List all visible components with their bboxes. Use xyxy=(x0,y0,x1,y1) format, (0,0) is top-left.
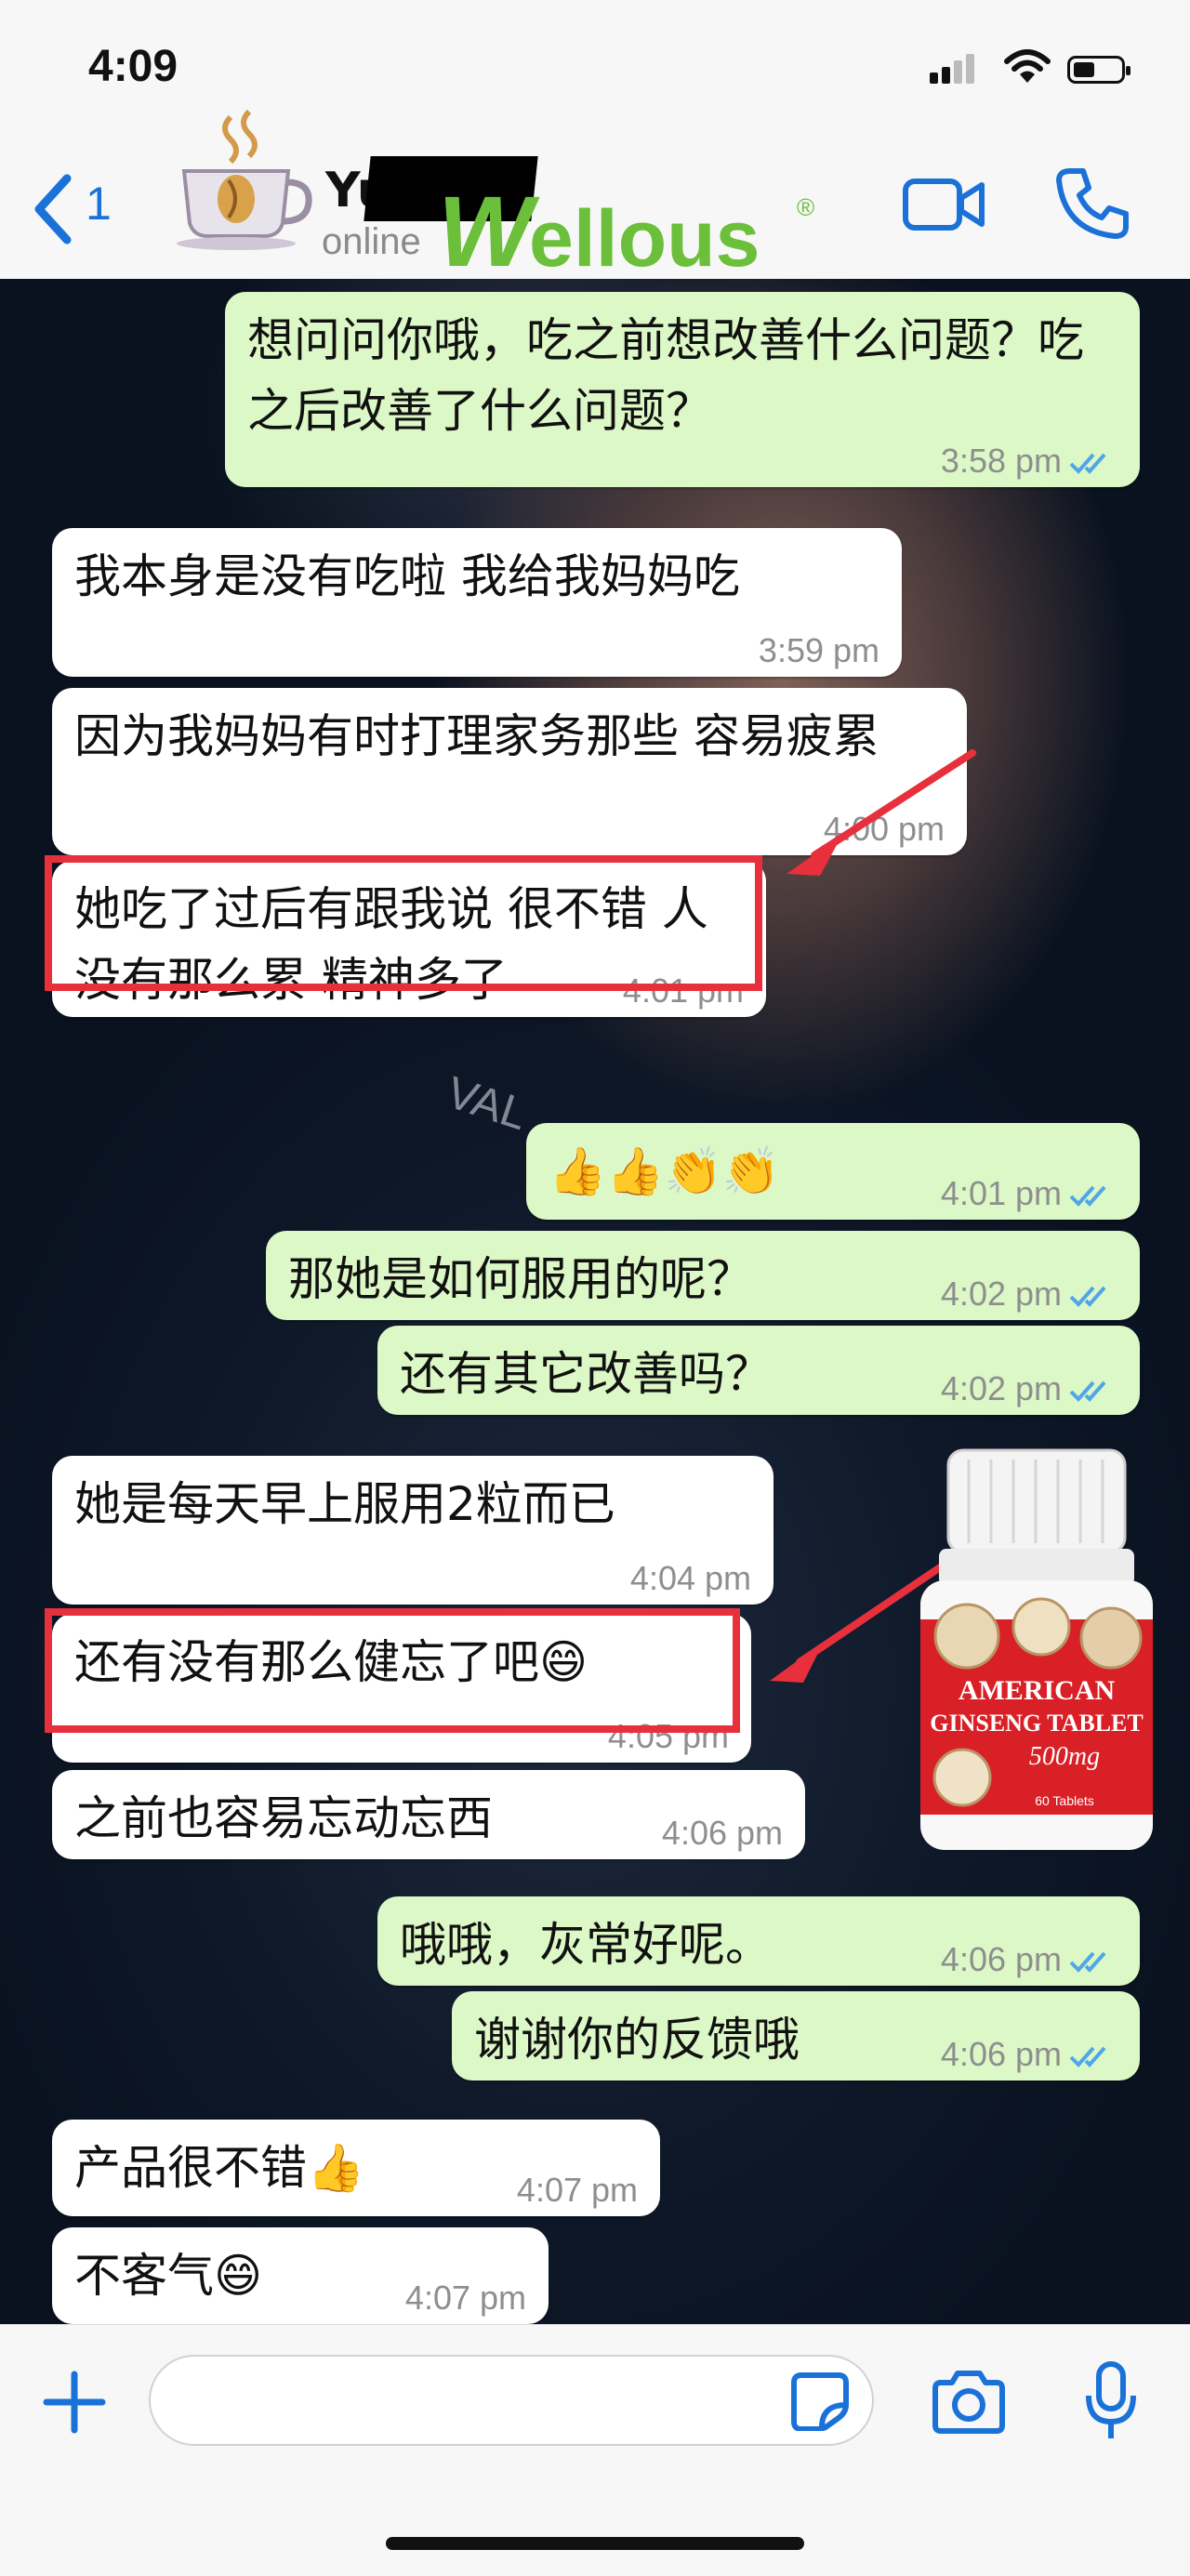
svg-text:®: ® xyxy=(797,193,814,221)
unread-count[interactable]: 1 xyxy=(86,177,112,231)
read-receipt-icon xyxy=(1069,1286,1106,1307)
message-time: 3:59 pm xyxy=(758,631,879,669)
message-bubble-outgoing[interactable]: 谢谢你的反馈哦 4:06 pm xyxy=(452,1991,1140,2081)
message-bubble-incoming[interactable]: 不客气😄 4:07 pm xyxy=(52,2227,549,2324)
message-bubble-incoming[interactable]: 我本身是没有吃啦 我给我妈妈吃 3:59 pm xyxy=(52,528,902,677)
svg-text:ellous: ellous xyxy=(529,194,760,281)
message-bubble-incoming[interactable]: 产品很不错👍 4:07 pm xyxy=(52,2120,660,2216)
annotation-arrow xyxy=(787,749,976,876)
microphone-icon[interactable] xyxy=(1083,2360,1139,2444)
message-text: 之前也容易忘动忘西 xyxy=(74,1791,493,1845)
message-time: 4:02 pm xyxy=(941,1370,1117,1407)
message-text: 想问问你哦，吃之前想改善什么问题？吃之后改善了什么问题？ xyxy=(247,313,1084,438)
message-time: 4:06 pm xyxy=(941,1941,1117,1978)
message-bubble-outgoing[interactable]: 👍👍👏👏 4:01 pm xyxy=(526,1123,1140,1220)
message-time: 4:06 pm xyxy=(661,1814,783,1852)
message-composer xyxy=(0,2324,1190,2576)
product-dose: 500mg xyxy=(1029,1742,1100,1771)
message-bubble-outgoing[interactable]: 还有其它改善吗？ 4:02 pm xyxy=(377,1326,1140,1415)
read-receipt-icon xyxy=(1069,453,1106,474)
message-bubble-outgoing[interactable]: 哦哦，灰常好呢。 4:06 pm xyxy=(377,1896,1140,1986)
message-input[interactable] xyxy=(149,2355,874,2446)
read-receipt-icon xyxy=(1069,1185,1106,1207)
message-bubble-incoming[interactable]: 她是每天早上服用2粒而已 4:04 pm xyxy=(52,1456,774,1605)
highlight-box xyxy=(45,855,762,991)
message-time: 3:58 pm xyxy=(941,443,1117,480)
message-time: 4:07 pm xyxy=(404,2279,526,2317)
read-receipt-icon xyxy=(1069,1380,1106,1402)
wellous-logo: W ellous ® xyxy=(438,177,814,281)
message-text: 不客气😄 xyxy=(74,2249,263,2303)
message-text: 哦哦，灰常好呢。 xyxy=(400,1918,772,1972)
message-bubble-outgoing[interactable]: 那她是如何服用的呢？ 4:02 pm xyxy=(266,1231,1140,1320)
svg-text:W: W xyxy=(438,177,540,281)
ginseng-bottle-image: AMERICAN GINSENG TABLET 500mg 60 Tablets xyxy=(920,1448,1153,1850)
message-text: 因为我妈妈有时打理家务那些 容易疲累 xyxy=(74,709,879,763)
message-bubble-outgoing[interactable]: 想问问你哦，吃之前想改善什么问题？吃之后改善了什么问题？ 3:58 pm xyxy=(225,292,1140,487)
cellular-signal-icon xyxy=(930,54,978,84)
message-text: 👍👍👏👏 xyxy=(549,1144,781,1198)
message-time: 4:06 pm xyxy=(941,2036,1117,2073)
sticker-icon[interactable] xyxy=(790,2371,850,2431)
phone-icon[interactable] xyxy=(1055,165,1130,240)
video-call-icon[interactable] xyxy=(902,172,987,237)
back-chevron-icon[interactable] xyxy=(26,167,82,251)
battery-icon xyxy=(1067,56,1130,84)
highlight-box xyxy=(45,1608,740,1733)
message-text: 还有其它改善吗？ xyxy=(400,1347,772,1401)
read-receipt-icon xyxy=(1069,2046,1106,2067)
camera-icon[interactable] xyxy=(930,2370,1008,2435)
product-line1: AMERICAN xyxy=(959,1675,1116,1706)
chat-area: VAL 想问问你哦，吃之前想改善什么问题？吃之后改善了什么问题？ 3:58 pm… xyxy=(0,279,1190,2324)
message-time: 4:02 pm xyxy=(941,1275,1117,1313)
message-text: 我本身是没有吃啦 我给我妈妈吃 xyxy=(74,549,740,603)
message-text: 谢谢你的反馈哦 xyxy=(474,2013,800,2067)
message-text: 那她是如何服用的呢？ xyxy=(288,1252,753,1306)
home-indicator xyxy=(386,2537,804,2550)
wifi-icon xyxy=(1004,49,1051,83)
background-watermark: VAL xyxy=(440,1067,534,1141)
message-time: 4:01 pm xyxy=(941,1175,1117,1212)
product-line2: GINSENG TABLET xyxy=(930,1710,1144,1737)
message-text: 她是每天早上服用2粒而已 xyxy=(74,1477,615,1531)
chat-header: 1 Yu online W ellous ® xyxy=(0,109,1190,281)
plus-icon[interactable] xyxy=(39,2367,110,2437)
status-time: 4:09 xyxy=(88,42,178,91)
coffee-cup-icon[interactable] xyxy=(167,104,316,253)
message-text: 产品很不错👍 xyxy=(74,2141,365,2195)
presence-status: online xyxy=(322,221,421,262)
read-receipt-icon xyxy=(1069,1951,1106,1973)
message-bubble-incoming[interactable]: 之前也容易忘动忘西 4:06 pm xyxy=(52,1770,805,1859)
product-count: 60 Tablets xyxy=(1035,1793,1094,1808)
message-time: 4:04 pm xyxy=(629,1559,751,1597)
message-time: 4:07 pm xyxy=(516,2171,638,2209)
